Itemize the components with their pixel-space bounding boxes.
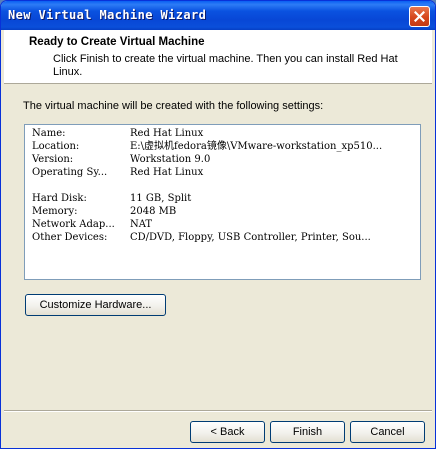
settings-intro-text: The virtual machine will be created with… xyxy=(23,100,324,112)
setting-key: Name: xyxy=(32,128,66,139)
setting-value: CD/DVD, Floppy, USB Controller, Printer,… xyxy=(130,232,371,243)
title-bar[interactable]: New Virtual Machine Wizard xyxy=(1,1,435,30)
setting-value: 11 GB, Split xyxy=(130,193,192,204)
setting-key: Memory: xyxy=(32,206,78,217)
finish-button[interactable]: Finish xyxy=(270,421,345,443)
close-button[interactable] xyxy=(409,6,430,27)
wizard-window: New Virtual Machine Wizard Ready to Crea… xyxy=(0,0,436,449)
wizard-header: Ready to Create Virtual Machine Click Fi… xyxy=(4,30,432,84)
setting-value: 2048 MB xyxy=(130,206,177,217)
footer-divider xyxy=(4,410,432,412)
settings-summary-box[interactable]: Name: Red Hat Linux Location: E:\虚拟机fedo… xyxy=(24,124,421,280)
customize-hardware-button[interactable]: Customize Hardware... xyxy=(25,294,166,316)
cancel-button[interactable]: Cancel xyxy=(350,421,425,443)
close-icon xyxy=(414,11,425,22)
page-subtitle: Click Finish to create the virtual machi… xyxy=(53,53,398,78)
setting-key: Location: xyxy=(32,141,80,152)
setting-value: NAT xyxy=(130,219,153,230)
setting-key: Hard Disk: xyxy=(32,193,87,204)
wizard-body: Ready to Create Virtual Machine Click Fi… xyxy=(4,30,432,447)
setting-key: Version: xyxy=(32,154,74,165)
setting-value: Workstation 9.0 xyxy=(130,154,211,165)
setting-key: Network Adap... xyxy=(32,219,115,230)
setting-key: Other Devices: xyxy=(32,232,108,243)
setting-value: E:\虚拟机fedora镜像\VMware-workstation_xp510.… xyxy=(130,141,383,152)
window-title: New Virtual Machine Wizard xyxy=(8,8,207,22)
back-button[interactable]: < Back xyxy=(190,421,265,443)
setting-key: Operating Sy... xyxy=(32,167,108,178)
setting-value: Red Hat Linux xyxy=(130,167,204,178)
setting-value: Red Hat Linux xyxy=(130,128,204,139)
page-title: Ready to Create Virtual Machine xyxy=(29,36,205,48)
